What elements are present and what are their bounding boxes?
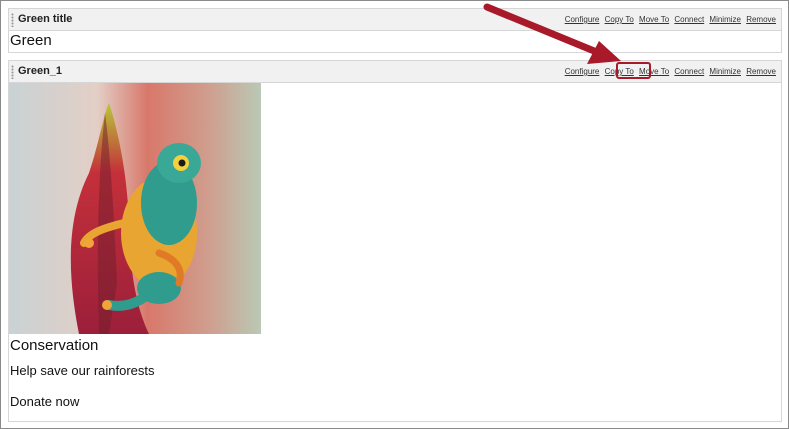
portlet-actions: Configure Copy To Move To Connect Minimi… [562,67,776,76]
portlet-green-1: Green_1 Configure Copy To Move To Connec… [8,60,782,422]
portlet-actions: Configure Copy To Move To Connect Minimi… [562,15,776,24]
configure-link[interactable]: Configure [565,67,600,76]
remove-link[interactable]: Remove [746,67,776,76]
move-to-link[interactable]: Move To [639,15,669,24]
portlet-green-title: Green title Configure Copy To Move To Co… [8,8,782,53]
copy-to-link[interactable]: Copy To [605,67,634,76]
donate-now-text[interactable]: Donate now [10,394,79,409]
connect-link[interactable]: Connect [674,15,704,24]
frog-photo [9,83,261,334]
portlet-title: Green_1 [18,65,63,77]
remove-link[interactable]: Remove [746,15,776,24]
conservation-subheading: Help save our rainforests [10,363,155,378]
conservation-heading: Conservation [10,337,99,354]
drag-handle-icon[interactable] [11,13,14,27]
copy-to-link[interactable]: Copy To [605,15,634,24]
portlet-title-bar[interactable]: Green_1 Configure Copy To Move To Connec… [9,61,781,83]
screenshot-frame: Green title Configure Copy To Move To Co… [0,0,789,429]
portlet-content-title: Green [10,32,52,49]
drag-handle-icon[interactable] [11,65,14,79]
portlet-title: Green title [18,13,73,25]
move-to-link[interactable]: Move To [639,67,669,76]
minimize-link[interactable]: Minimize [709,67,741,76]
configure-link[interactable]: Configure [565,15,600,24]
minimize-link[interactable]: Minimize [709,15,741,24]
frog-illustration-icon [9,83,261,334]
connect-link[interactable]: Connect [674,67,704,76]
portlet-title-bar[interactable]: Green title Configure Copy To Move To Co… [9,9,781,31]
